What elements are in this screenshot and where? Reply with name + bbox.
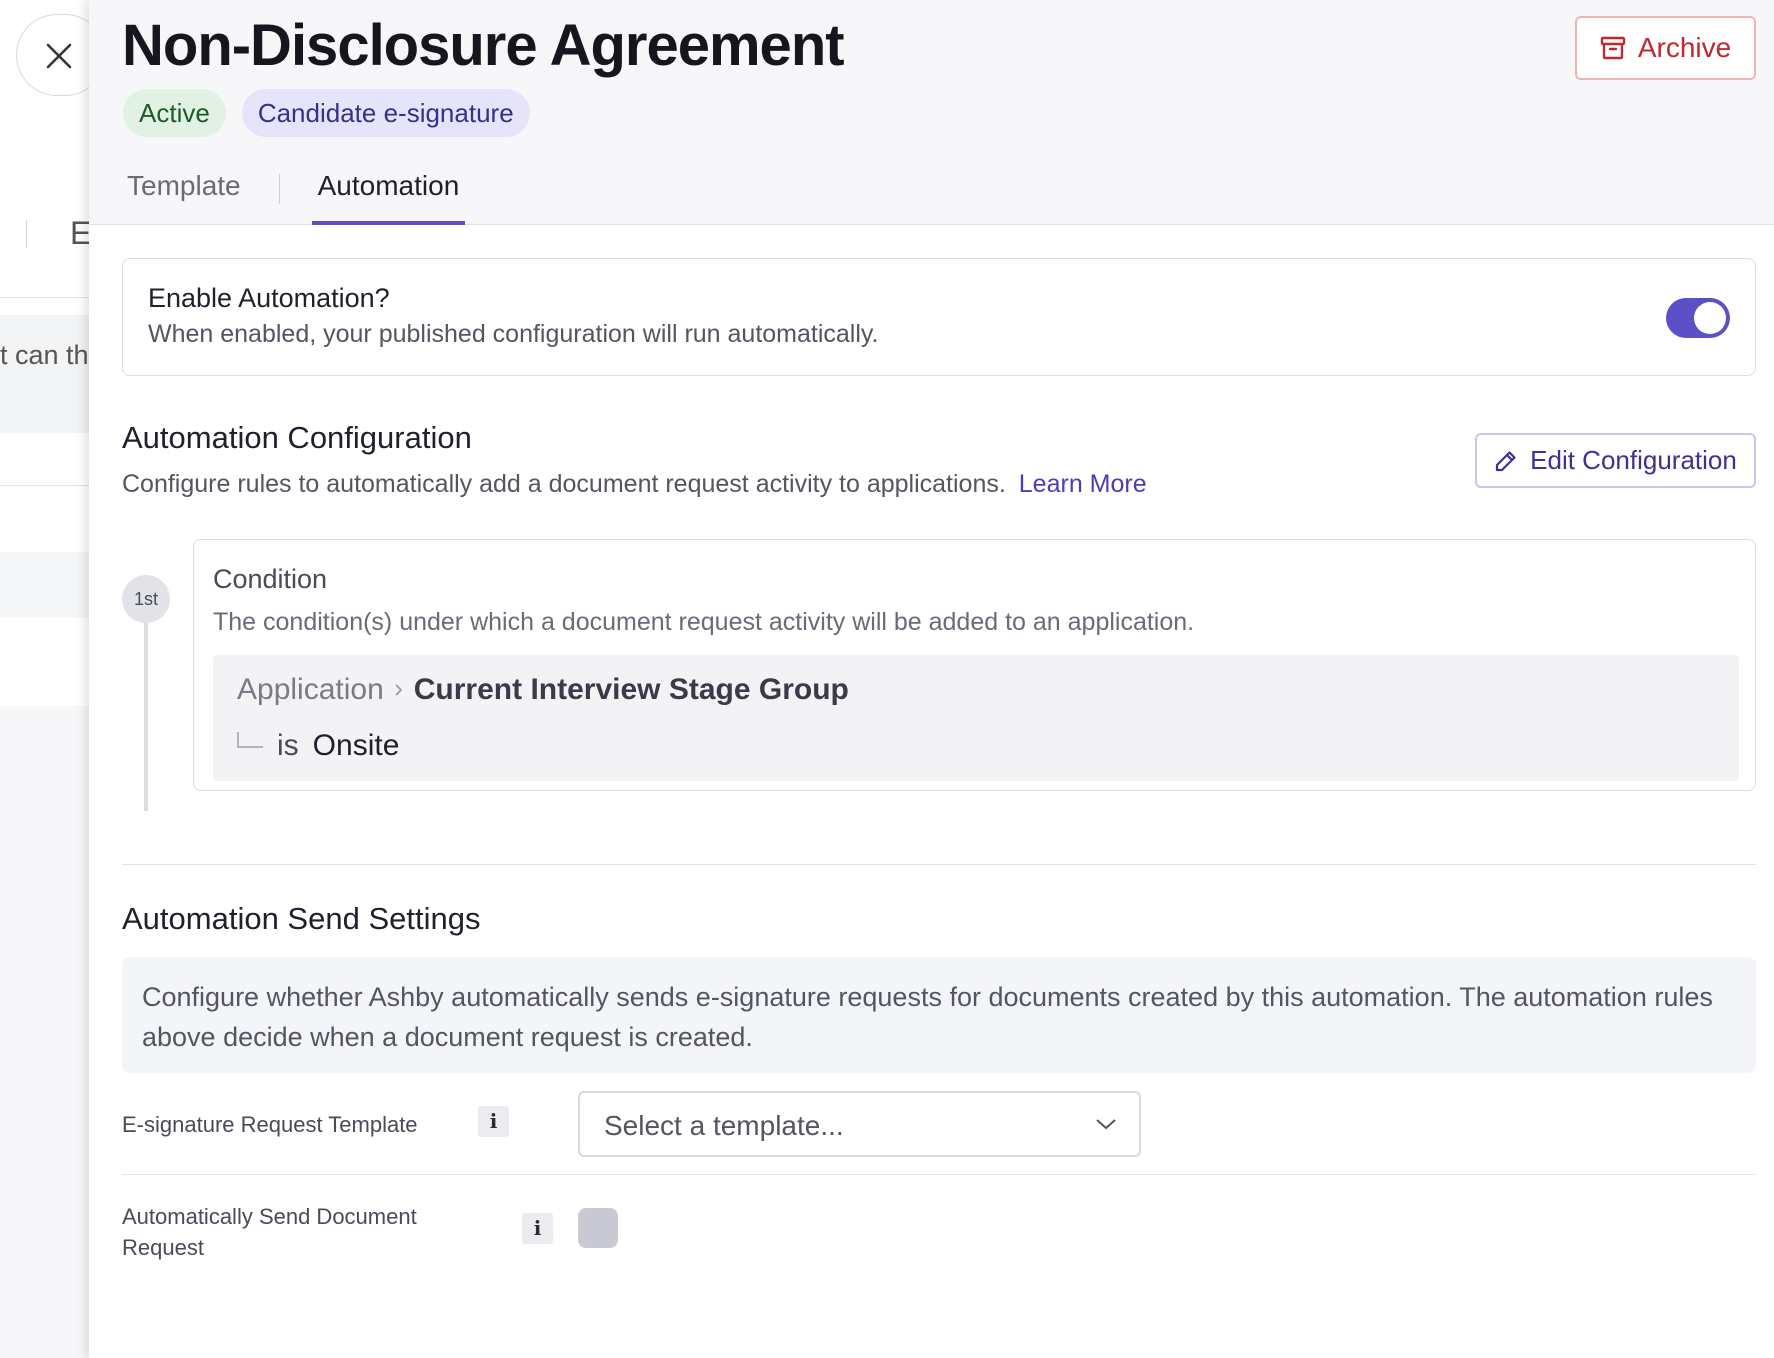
configuration-description-text: Configure rules to automatically add a d…	[122, 470, 1006, 498]
row-divider	[122, 1174, 1756, 1175]
archive-button[interactable]: Archive	[1575, 16, 1756, 80]
background-partial-text: t can th	[0, 340, 89, 370]
pencil-icon	[1496, 450, 1516, 471]
edit-configuration-button[interactable]: Edit Configuration	[1475, 433, 1756, 488]
condition-title: Condition	[213, 564, 328, 594]
drawer-header: Non-Disclosure Agreement Active Candidat…	[89, 0, 1774, 225]
toggle-knob	[1694, 302, 1726, 334]
background-empty-area	[0, 706, 100, 1358]
section-divider	[122, 864, 1756, 865]
status-badge: Active	[123, 89, 226, 137]
document-drawer: Non-Disclosure Agreement Active Candidat…	[89, 0, 1774, 1358]
template-select[interactable]: Select a template...	[578, 1091, 1141, 1157]
tab-automation[interactable]: Automation	[311, 164, 466, 225]
chevron-down-icon	[1096, 1119, 1116, 1130]
edit-configuration-label: Edit Configuration	[1530, 445, 1737, 475]
auto-send-checkbox[interactable]	[578, 1208, 618, 1248]
enable-automation-description: When enabled, your published configurati…	[148, 320, 879, 348]
chevron-right-icon	[395, 684, 403, 696]
background-tab-separator	[26, 220, 27, 248]
send-settings-title: Automation Send Settings	[122, 901, 481, 936]
background-divider	[0, 297, 100, 298]
step-connector-line	[144, 623, 148, 811]
archive-label: Archive	[1637, 32, 1732, 63]
auto-send-label-line1: Automatically Send Document	[122, 1204, 417, 1229]
condition-rule: Application Current Interview Stage Grou…	[213, 655, 1739, 781]
close-icon	[46, 43, 72, 69]
info-icon[interactable]: i	[478, 1106, 509, 1137]
automation-configuration-title: Automation Configuration	[122, 420, 472, 455]
automation-configuration-description: Configure rules to automatically add a d…	[122, 470, 1147, 499]
condition-comparison: is Onsite	[237, 729, 399, 763]
enable-automation-card: Enable Automation? When enabled, your pu…	[122, 258, 1756, 376]
auto-send-label-line2: Request	[122, 1235, 204, 1260]
tab-separator	[278, 174, 280, 204]
badge-group: Active Candidate e-signature	[123, 89, 530, 137]
template-select-placeholder: Select a template...	[604, 1110, 844, 1141]
archive-icon	[1600, 36, 1626, 60]
learn-more-link[interactable]: Learn More	[1019, 470, 1147, 498]
condition-object: Application	[237, 673, 384, 706]
condition-field: Current Interview Stage Group	[413, 673, 849, 706]
condition-description: The condition(s) under which a document …	[213, 608, 1195, 636]
condition-operator: is	[277, 729, 299, 762]
condition-value: Onsite	[312, 729, 400, 762]
tab-template[interactable]: Template	[121, 164, 247, 225]
info-icon[interactable]: i	[522, 1213, 553, 1244]
auto-send-label: Automatically Send Document Request	[122, 1201, 417, 1263]
send-settings-info: Configure whether Ashby automatically se…	[122, 957, 1756, 1073]
template-field-label: E-signature Request Template	[122, 1112, 418, 1137]
enable-automation-title: Enable Automation?	[148, 283, 390, 313]
enable-automation-toggle[interactable]	[1666, 298, 1730, 338]
background-row-highlight	[0, 315, 100, 433]
branch-connector-icon	[237, 732, 263, 748]
condition-field-path: Application Current Interview Stage Grou…	[237, 673, 849, 707]
background-divider	[0, 485, 100, 486]
step-order-badge: 1st	[122, 575, 170, 623]
type-badge: Candidate e-signature	[241, 89, 530, 137]
page-title: Non-Disclosure Agreement	[122, 13, 845, 78]
background-page: t can th E	[0, 0, 100, 1358]
tab-bar: Template Automation	[121, 164, 466, 225]
condition-card: Condition The condition(s) under which a…	[193, 539, 1756, 791]
background-row-highlight	[0, 552, 100, 618]
